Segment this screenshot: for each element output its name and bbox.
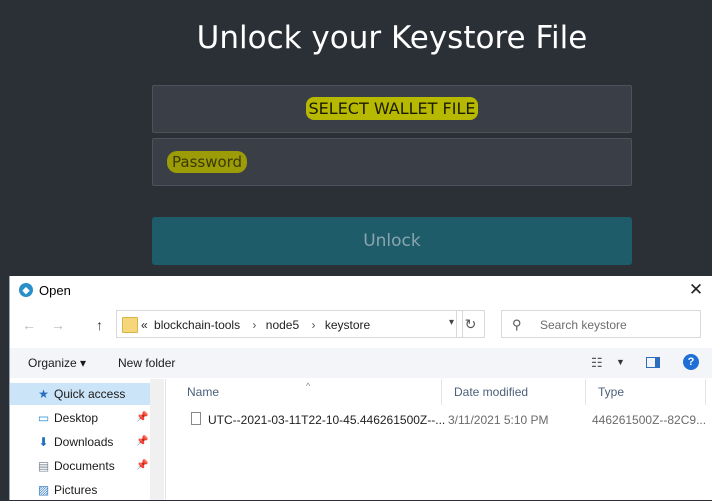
view-options-icon[interactable]: ☷: [591, 355, 603, 371]
breadcrumb-overflow[interactable]: «: [141, 318, 148, 332]
open-file-dialog: ◆ Open ✕ ← → ↑ « blockchain-tools › node…: [9, 276, 712, 500]
dialog-toolbar: Organize ▾ New folder ☷ ▼ ?: [10, 348, 712, 378]
forward-arrow-icon[interactable]: →: [51, 317, 65, 333]
nav-item-label: Downloads: [54, 435, 114, 449]
nav-item-documents[interactable]: ▤ Documents 📌: [10, 455, 150, 477]
documents-icon: ▤: [37, 459, 50, 473]
nav-item-label: Documents: [54, 459, 115, 473]
search-placeholder: Search keystore: [540, 318, 627, 332]
up-arrow-icon[interactable]: ↑: [96, 317, 103, 333]
select-wallet-file-button[interactable]: SELECT WALLET FILE: [152, 85, 632, 133]
navigation-pane: ★ Quick access ▭ Desktop 📌 ⬇ Downloads 📌…: [10, 379, 166, 500]
file-name: UTC--2021-03-11T22-10-45.446261500Z--...: [208, 413, 446, 427]
preview-pane-icon[interactable]: [646, 357, 660, 368]
unlock-button[interactable]: Unlock: [152, 217, 632, 265]
dialog-title: Open: [39, 283, 71, 298]
password-field[interactable]: Password: [152, 138, 632, 186]
sort-caret-icon: ^: [306, 381, 311, 391]
search-icon: ⚲: [512, 317, 522, 332]
column-header-date[interactable]: Date modified: [442, 379, 586, 405]
navigation-row: ← → ↑ « blockchain-tools › node5 › keyst…: [10, 310, 712, 342]
breadcrumb-separator[interactable]: ›: [311, 318, 315, 332]
nav-item-quick-access[interactable]: ★ Quick access: [10, 383, 150, 405]
chevron-down-icon[interactable]: ▾: [449, 317, 454, 328]
search-input[interactable]: ⚲ Search keystore: [501, 310, 701, 338]
nav-item-label: Pictures: [54, 483, 98, 497]
folder-icon: [122, 317, 138, 333]
select-wallet-file-label: SELECT WALLET FILE: [305, 97, 479, 120]
chevron-down-icon[interactable]: ▼: [616, 357, 625, 367]
download-icon: ⬇: [38, 435, 49, 449]
column-header-name[interactable]: Name ^: [175, 379, 442, 405]
breadcrumb-separator[interactable]: ›: [252, 318, 256, 332]
pin-icon: 📌: [136, 460, 149, 471]
desktop-icon: ▭: [37, 411, 50, 425]
column-date-label: Date modified: [454, 385, 529, 399]
password-placeholder: Password: [167, 151, 248, 173]
nav-item-pictures[interactable]: ▨ Pictures: [10, 479, 150, 501]
organize-button[interactable]: Organize ▾: [28, 356, 86, 370]
refresh-icon[interactable]: ↻: [456, 310, 485, 338]
nav-item-downloads[interactable]: ⬇ Downloads 📌: [10, 431, 150, 453]
column-name-label: Name: [187, 385, 220, 399]
app-icon: ◆: [19, 283, 33, 297]
nav-item-label: Quick access: [54, 387, 126, 401]
close-icon[interactable]: ✕: [686, 280, 706, 300]
table-row[interactable]: UTC--2021-03-11T22-10-45.446261500Z--...…: [175, 409, 712, 431]
breadcrumb-blockchain-tools[interactable]: blockchain-tools: [154, 318, 240, 332]
dialog-titlebar: ◆ Open ✕: [10, 276, 712, 306]
pin-icon: 📌: [136, 436, 149, 447]
file-icon: [191, 412, 201, 425]
breadcrumb-node5[interactable]: node5: [266, 318, 299, 332]
pin-icon: 📌: [136, 412, 149, 423]
wallet-app: Unlock your Keystore File SELECT WALLET …: [0, 0, 712, 276]
file-list: Name ^ Date modified Type UTC--2021-03-1…: [175, 379, 712, 500]
address-bar[interactable]: « blockchain-tools › node5 › keystore ▾: [116, 310, 463, 338]
back-arrow-icon[interactable]: ←: [22, 317, 36, 333]
column-type-label: Type: [598, 385, 625, 399]
pictures-icon: ▨: [37, 483, 50, 497]
file-date: 3/11/2021 5:10 PM: [448, 413, 549, 427]
nav-item-desktop[interactable]: ▭ Desktop 📌: [10, 407, 150, 429]
star-icon: ★: [38, 387, 49, 401]
help-icon[interactable]: ?: [683, 354, 699, 370]
page-title: Unlock your Keystore File: [196, 20, 588, 56]
file-type: 446261500Z--82C9...: [592, 413, 707, 427]
breadcrumb: « blockchain-tools › node5 › keystore: [141, 318, 373, 332]
column-header-type[interactable]: Type: [586, 379, 706, 405]
breadcrumb-keystore[interactable]: keystore: [325, 318, 370, 332]
nav-item-label: Desktop: [54, 411, 99, 425]
nav-pane-scrollbar[interactable]: [150, 379, 164, 500]
new-folder-button[interactable]: New folder: [118, 356, 175, 370]
